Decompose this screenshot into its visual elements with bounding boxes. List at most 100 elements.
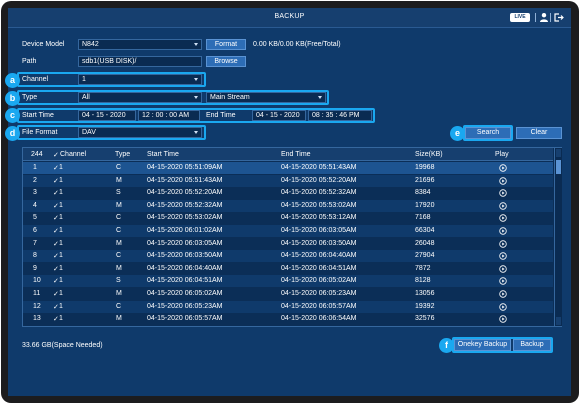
cell-type: M: [116, 264, 122, 272]
row-check[interactable]: ✓: [53, 177, 59, 185]
play-icon[interactable]: [499, 315, 507, 323]
table-row[interactable]: 1 ✓ 1 C 04-15-2020 05:51:09AM 04-15-2020 05:5…: [23, 162, 553, 174]
cell-size: 19392: [415, 302, 435, 310]
play-icon[interactable]: [499, 239, 507, 248]
path-label: Path: [22, 58, 37, 65]
scroll-up-arrow[interactable]: [556, 149, 561, 157]
play-icon[interactable]: [499, 302, 507, 311]
play-icon[interactable]: [499, 214, 507, 223]
row-check[interactable]: ✓: [53, 303, 59, 311]
table-row[interactable]: 9 ✓ 1 M 04-15-2020 06:04:40AM 04-15-2020 06:0…: [23, 263, 553, 275]
start-time-field[interactable]: 12 : 00 : 00 AM: [138, 110, 200, 121]
vertical-scrollbar[interactable]: [554, 148, 562, 326]
logout-icon[interactable]: [553, 12, 564, 23]
table-row[interactable]: 8 ✓ 1 C 04-15-2020 06:03:50AM 04-15-2020 06:0…: [23, 250, 553, 263]
row-check[interactable]: ✓: [53, 189, 59, 197]
table-row[interactable]: 3 ✓ 1 S 04-15-2020 05:52:20AM 04-15-2020 05:5…: [23, 187, 553, 199]
row-check[interactable]: ✓: [53, 290, 59, 298]
cell-num: 5: [33, 214, 37, 222]
chevron-down-icon: [318, 96, 322, 99]
play-icon[interactable]: [499, 189, 507, 197]
cell-start: 04-15-2020 06:04:40AM: [147, 264, 223, 272]
callout-badge-d: d: [5, 126, 20, 141]
browse-button[interactable]: Browse: [206, 56, 246, 67]
table-row[interactable]: 10 ✓ 1 S 04-15-2020 06:04:51AM 04-15-2020 06:…: [23, 275, 553, 288]
table-row[interactable]: 13 ✓ 1 M 04-15-2020 06:05:57AM 04-15-2020 06:…: [23, 313, 553, 325]
row-check[interactable]: ✓: [53, 252, 59, 260]
cell-num: 2: [33, 176, 37, 184]
format-button[interactable]: Format: [206, 39, 246, 50]
play-icon[interactable]: [499, 265, 507, 273]
backup-button[interactable]: Backup: [513, 339, 551, 351]
cell-start: 04-15-2020 06:05:57AM: [147, 315, 223, 323]
header-end-time[interactable]: End Time: [281, 151, 311, 158]
header-channel[interactable]: Channel: [60, 151, 86, 158]
cell-start: 04-15-2020 06:03:05AM: [147, 239, 223, 247]
table-row[interactable]: 7 ✓ 1 M 04-15-2020 06:03:05AM 04-15-2020 06:0…: [23, 238, 553, 250]
select-all-check[interactable]: ✓: [53, 151, 59, 159]
table-row[interactable]: 6 ✓ 1 C 04-15-2020 06:01:02AM 04-15-2020 06:0…: [23, 225, 553, 237]
row-check[interactable]: ✓: [53, 240, 59, 248]
device-model-value: N842: [82, 41, 99, 48]
play-icon[interactable]: [499, 164, 507, 172]
end-time-label: End Time: [206, 112, 236, 119]
table-row[interactable]: 5 ✓ 1 C 04-15-2020 05:53:02AM 04-15-2020 05:5…: [23, 212, 553, 224]
stream-select[interactable]: Main Stream: [206, 92, 326, 103]
live-button[interactable]: LIVE: [510, 13, 530, 22]
scroll-down-arrow[interactable]: [556, 317, 561, 325]
play-icon[interactable]: [499, 252, 507, 260]
cell-channel: 1: [59, 201, 63, 209]
header-size[interactable]: Size(KB): [415, 151, 443, 158]
cell-end: 04-15-2020 06:04:51AM: [281, 264, 357, 272]
play-icon[interactable]: [499, 290, 507, 298]
device-model-select[interactable]: N842: [78, 39, 202, 50]
table-row[interactable]: 2 ✓ 1 M 04-15-2020 05:51:43AM 04-15-2020 05:5…: [23, 174, 553, 187]
cell-type: M: [116, 201, 122, 209]
cell-end: 04-15-2020 06:04:40AM: [281, 252, 357, 260]
row-check[interactable]: ✓: [53, 214, 59, 222]
type-value: All: [82, 94, 90, 101]
cell-channel: 1: [59, 227, 63, 234]
chevron-down-icon: [194, 131, 198, 134]
end-time-field[interactable]: 08 : 35 : 46 PM: [308, 110, 372, 121]
table-row[interactable]: 12 ✓ 1 C 04-15-2020 06:05:23AM 04-15-2020 06:…: [23, 300, 553, 313]
onekey-backup-button[interactable]: Onekey Backup: [454, 339, 511, 351]
cell-size: 7168: [415, 214, 431, 222]
row-check[interactable]: ✓: [53, 315, 59, 323]
channel-select[interactable]: 1: [78, 74, 202, 85]
cell-num: 8: [33, 252, 37, 260]
cell-type: M: [116, 176, 122, 184]
play-icon[interactable]: [499, 176, 507, 185]
table-row[interactable]: 11 ✓ 1 M 04-15-2020 06:05:02AM 04-15-2020 06:…: [23, 288, 553, 300]
row-check[interactable]: ✓: [53, 265, 59, 273]
header-type[interactable]: Type: [115, 151, 130, 158]
row-check[interactable]: ✓: [53, 164, 59, 172]
play-icon[interactable]: [499, 277, 507, 286]
scroll-thumb[interactable]: [556, 160, 561, 174]
row-check[interactable]: ✓: [53, 277, 59, 285]
path-field[interactable]: sdb1(USB DISK)/: [78, 56, 202, 67]
cell-channel: 1: [59, 277, 63, 285]
end-date-field[interactable]: 04 - 15 - 2020: [252, 110, 306, 121]
chevron-down-icon: [194, 43, 198, 46]
cell-size: 8384: [415, 189, 431, 197]
row-check[interactable]: ✓: [53, 202, 59, 210]
cell-size: 26048: [415, 239, 435, 247]
row-check[interactable]: ✓: [53, 227, 59, 235]
header-start-time[interactable]: Start Time: [147, 151, 179, 158]
cell-size: 17920: [415, 201, 435, 209]
search-button[interactable]: Search: [465, 127, 511, 139]
cell-start: 04-15-2020 05:51:09AM: [147, 164, 223, 171]
type-select[interactable]: All: [78, 92, 202, 103]
record-count: 244: [31, 151, 43, 158]
user-icon[interactable]: [539, 12, 549, 23]
cell-size: 27904: [415, 252, 435, 260]
start-date-field[interactable]: 04 - 15 - 2020: [78, 110, 136, 121]
play-icon[interactable]: [499, 227, 507, 235]
table-row[interactable]: 4 ✓ 1 M 04-15-2020 05:52:32AM 04-15-2020 05:5…: [23, 199, 553, 212]
play-icon[interactable]: [499, 202, 507, 210]
file-format-select[interactable]: DAV: [78, 127, 202, 138]
clear-button[interactable]: Clear: [516, 127, 562, 139]
cell-start: 04-15-2020 05:53:02AM: [147, 214, 223, 222]
cell-channel: 1: [59, 252, 63, 260]
